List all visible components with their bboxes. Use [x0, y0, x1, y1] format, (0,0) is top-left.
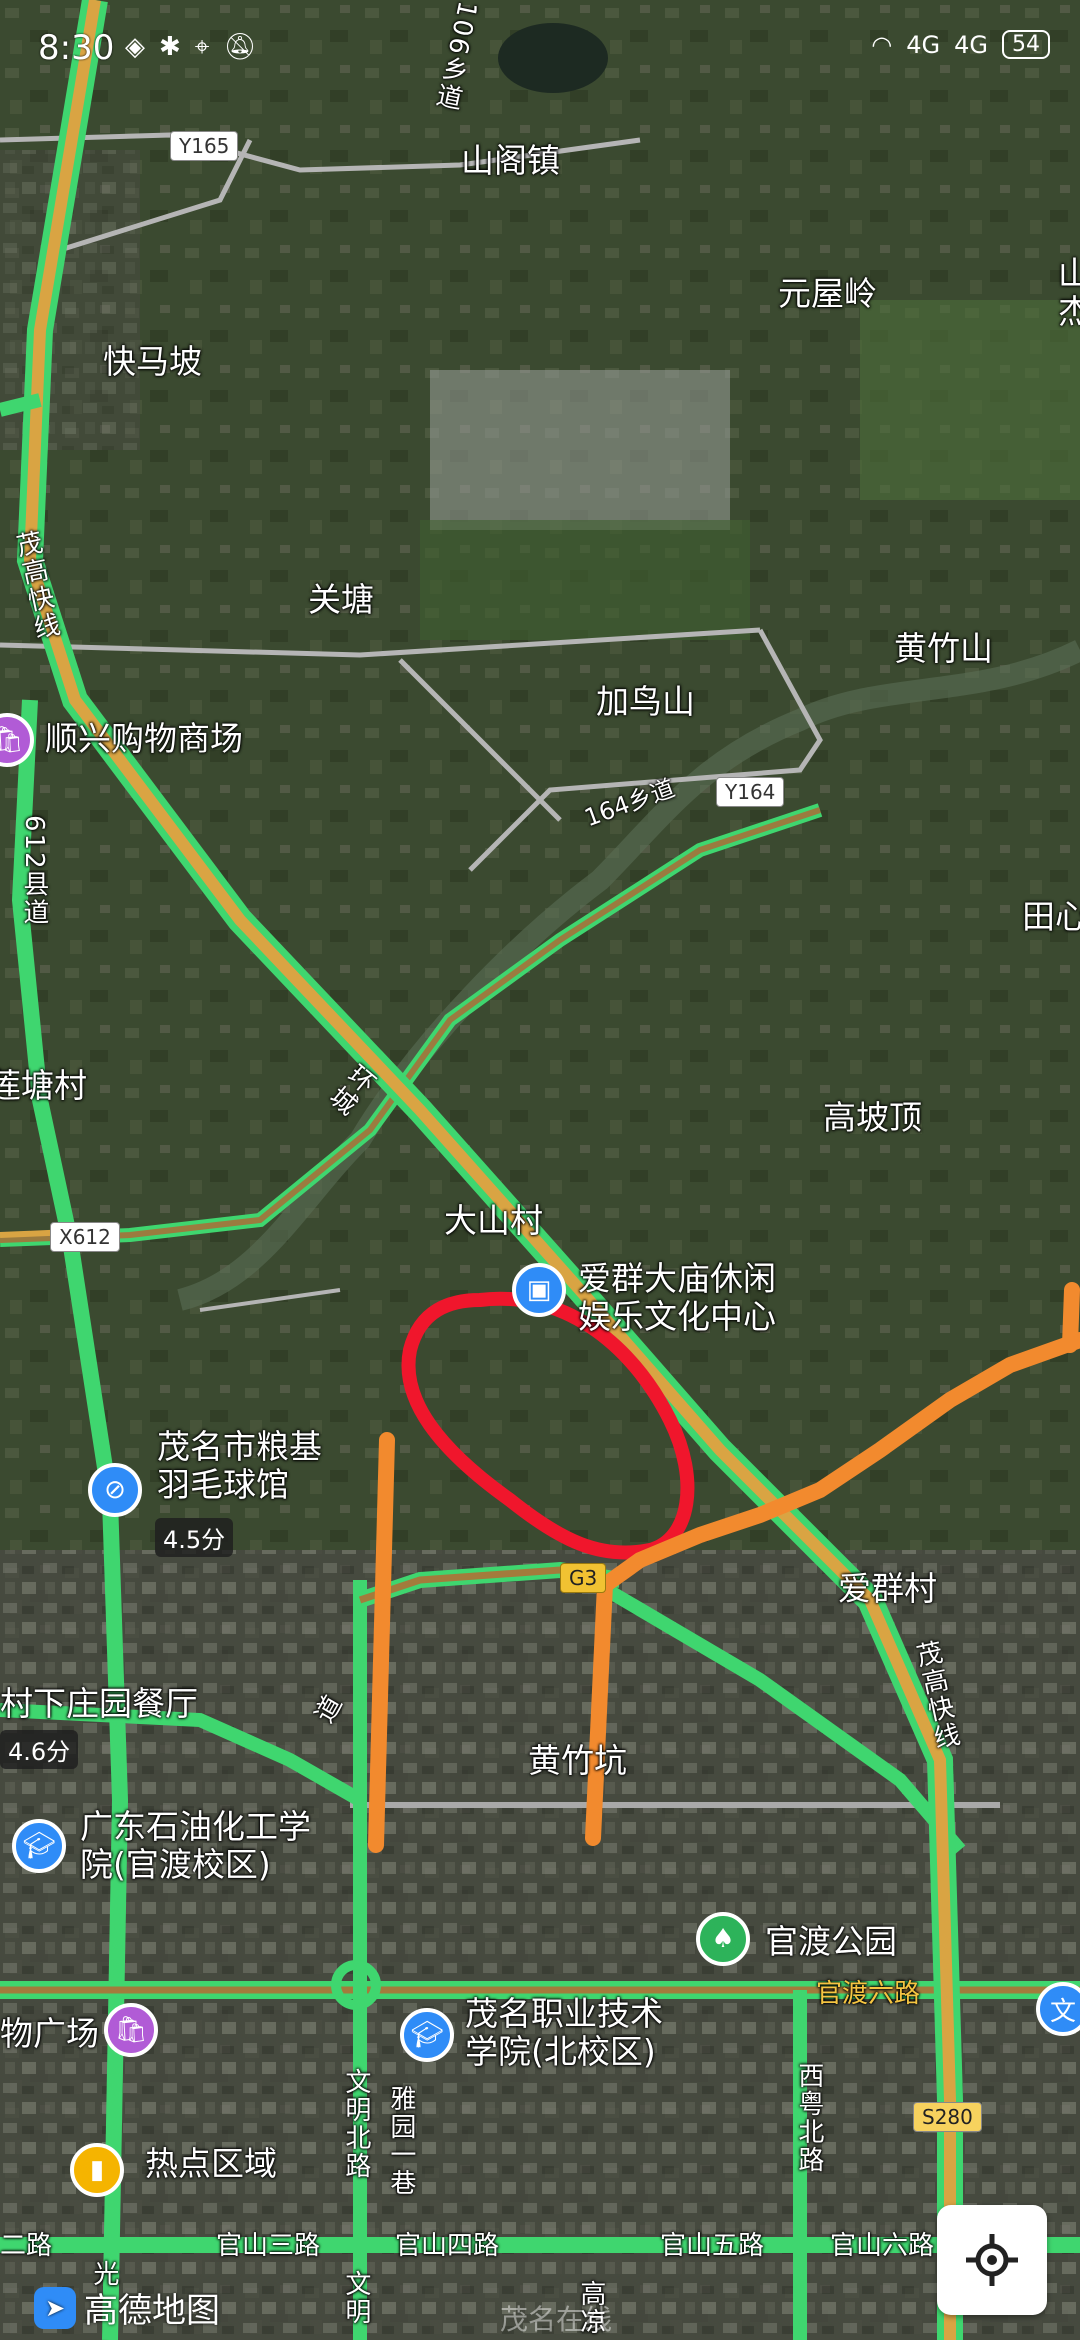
label-huangzhukeng[interactable]: 黄竹坑	[528, 1742, 627, 1780]
label-dashancun[interactable]: 大山村	[444, 1202, 543, 1240]
location-icon: ⌖	[194, 32, 210, 62]
road-guanshan-5: 官山五路	[660, 2231, 765, 2261]
shopping-pin-icon-2[interactable]: 🛍︎	[104, 2003, 158, 2057]
label-partial-right: 山 杰	[1058, 254, 1080, 331]
crosshair-icon	[966, 2234, 1018, 2286]
battery-indicator: 54	[1002, 30, 1050, 59]
amap-logo-icon: ➤	[34, 2286, 76, 2329]
status-right: ◠ 4G 4G 54	[871, 30, 1050, 59]
label-aiquncun[interactable]: 爱群村	[838, 1570, 937, 1608]
label-yuanwuling[interactable]: 元屋岭	[778, 275, 877, 313]
label-maoming-vocational[interactable]: 茂名职业技术 学院(北校区)	[465, 1995, 663, 2071]
bluetooth-icon: ✱	[159, 32, 181, 62]
label-shunxing-mall[interactable]: 顺兴购物商场	[45, 720, 243, 758]
label-liantangcun[interactable]: 莲塘村	[0, 1067, 87, 1105]
signal-1: 4G	[906, 30, 941, 59]
shield-y164: Y164	[716, 777, 785, 807]
road-guanshan-4: 官山四路	[395, 2231, 500, 2261]
label-huangzhushan[interactable]: 黄竹山	[894, 630, 993, 668]
amap-logo-text: 高德地图	[84, 2291, 220, 2331]
road-wenming: 文明	[340, 2270, 371, 2326]
partial-pin-label: 文	[1049, 1996, 1076, 2027]
label-plaza[interactable]: 物广场	[0, 2015, 99, 2053]
app-notification-icon: ◈	[125, 32, 145, 62]
amap-logo: ➤ 高德地图	[34, 2283, 220, 2332]
locate-button[interactable]	[937, 2205, 1047, 2315]
road-guanshan-3: 官山三路	[216, 2231, 321, 2261]
orange-annotation-left	[368, 1432, 395, 1853]
road-county-612: 612县道	[18, 815, 49, 927]
shield-s280: S280	[913, 2102, 982, 2132]
school-pin-icon[interactable]: 🎓︎	[12, 1819, 66, 1873]
status-bar: 8:30 ◈ ✱ ⌖ 🔕︎ ◠ 4G 4G 54	[0, 0, 1080, 100]
signal-2: 4G	[954, 30, 988, 59]
shield-y165: Y165	[170, 131, 239, 161]
road-wenming-north: 文明北路	[340, 2068, 371, 2180]
label-guandu-park[interactable]: 官渡公园	[765, 1923, 897, 1961]
hotspot-pin-icon[interactable]: ▮	[70, 2143, 124, 2197]
park-pin-icon[interactable]: ♠	[696, 1912, 750, 1966]
school-pin-icon-2[interactable]: 🎓︎	[400, 2008, 454, 2062]
entertainment-pin-icon[interactable]: ▣	[512, 1263, 566, 1317]
label-gdpt[interactable]: 广东石油化工学 院(官渡校区)	[80, 1808, 311, 1884]
label-kuaimapo[interactable]: 快马坡	[103, 343, 202, 381]
status-time: 8:30	[38, 28, 115, 68]
label-guantang[interactable]: 关塘	[308, 581, 374, 619]
label-gaopoding[interactable]: 高坡顶	[823, 1099, 922, 1137]
status-icons: ◈ ✱ ⌖ 🔕︎	[125, 32, 256, 63]
shield-g3: G3	[560, 1563, 607, 1593]
restaurant-time-badge: 4.6分	[0, 1730, 79, 1769]
wifi-icon: ◠	[871, 30, 893, 59]
badminton-pin-icon[interactable]: ⊘	[88, 1463, 142, 1517]
label-shange-town[interactable]: 山阁镇	[461, 142, 560, 180]
road-xiyue-north: 西粤北路	[793, 2062, 824, 2174]
label-restaurant[interactable]: 村下庄园餐厅	[0, 1685, 198, 1723]
road-guanshan-6: 官山六路	[830, 2231, 935, 2261]
label-aiqun-center[interactable]: 爱群大庙休闲 娱乐文化中心	[578, 1260, 776, 1336]
road-left: 二路	[0, 2231, 53, 2261]
label-tianxin[interactable]: 田心	[1022, 898, 1080, 936]
road-yayuan: 雅园一巷	[385, 2085, 416, 2197]
badminton-time-badge: 4.5分	[155, 1518, 234, 1557]
label-jianiaoshan[interactable]: 加鸟山	[596, 683, 695, 721]
road-guandu-6: 官渡六路	[816, 1979, 921, 2009]
mute-icon: 🔕︎	[223, 32, 257, 62]
shield-x612: X612	[50, 1222, 120, 1252]
label-hotspot[interactable]: 热点区域	[145, 2145, 277, 2183]
watermark: 茂名在线	[500, 2303, 613, 2336]
label-badminton-hall[interactable]: 茂名市粮基 羽毛球馆	[157, 1428, 322, 1504]
